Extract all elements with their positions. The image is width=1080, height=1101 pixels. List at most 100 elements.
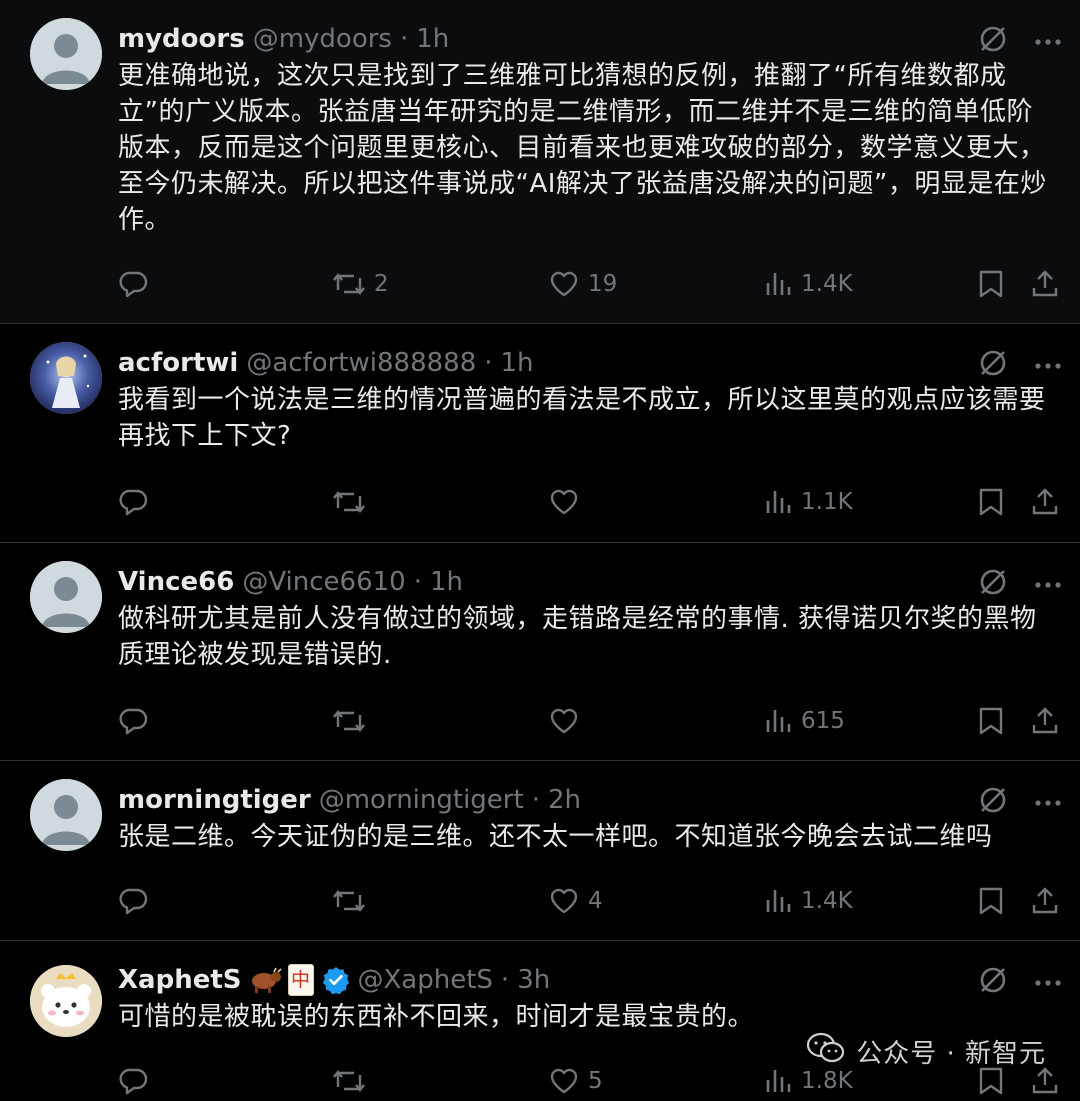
like-icon: [548, 1065, 580, 1097]
mahjong-tile-icon: 中: [287, 964, 314, 996]
user-name[interactable]: morningtiger: [118, 783, 311, 817]
timestamp[interactable]: 1h: [430, 565, 463, 599]
retweet-button[interactable]: [332, 881, 374, 921]
like-button[interactable]: [548, 701, 588, 741]
tweet-1[interactable]: mydoors @mydoors · 1h 更准确地说，这次只是找到了三维雅可比…: [0, 0, 1080, 324]
share-icon: [1030, 885, 1060, 917]
views-button[interactable]: 615: [763, 701, 845, 741]
more-icon[interactable]: [1034, 793, 1062, 812]
wechat-icon: [806, 1031, 846, 1072]
separator: ·: [531, 785, 540, 815]
user-name[interactable]: Vince66: [118, 565, 234, 599]
user-name[interactable]: mydoors: [118, 22, 245, 56]
bookmark-icon: [976, 885, 1006, 917]
retweet-icon: [332, 705, 366, 737]
reply-icon: [118, 268, 150, 300]
like-count: 5: [588, 1068, 603, 1094]
share-icon: [1030, 486, 1060, 518]
user-handle[interactable]: @acfortwi888888: [246, 346, 476, 380]
timestamp[interactable]: 1h: [416, 22, 449, 56]
avatar[interactable]: [30, 779, 102, 851]
avatar[interactable]: [30, 561, 102, 633]
retweet-button[interactable]: 2: [332, 264, 389, 304]
like-icon: [548, 885, 580, 917]
user-name[interactable]: acfortwi: [118, 346, 238, 380]
bookmark-icon: [976, 268, 1006, 300]
share-button[interactable]: [1030, 264, 1060, 304]
share-button[interactable]: [1030, 482, 1060, 522]
grok-icon[interactable]: [978, 348, 1008, 382]
like-button[interactable]: 19: [548, 264, 617, 304]
tweet-text: 可惜的是被耽误的东西补不回来，时间才是最宝贵的。: [118, 1002, 755, 1032]
like-button[interactable]: 5: [548, 1061, 603, 1101]
retweet-count: 2: [374, 271, 389, 297]
tweet-4[interactable]: morningtiger @morningtigert · 2h 张是二维。今天…: [0, 761, 1080, 941]
more-icon[interactable]: [1034, 575, 1062, 594]
action-bar: 2 19 1.4K: [118, 264, 1064, 304]
grok-icon[interactable]: [978, 965, 1008, 999]
reply-button[interactable]: [118, 701, 150, 741]
tweet-header: Vince66 @Vince6610 · 1h: [118, 565, 463, 599]
like-icon: [548, 705, 580, 737]
avatar[interactable]: [30, 342, 102, 414]
reply-button[interactable]: [118, 264, 150, 304]
more-icon[interactable]: [1034, 356, 1062, 375]
grok-icon[interactable]: [978, 567, 1008, 601]
reply-icon: [118, 885, 150, 917]
tweet-text: 做科研尤其是前人没有做过的领域，走错路是经常的事情. 获得诺贝尔奖的黑物质理论被…: [118, 604, 1037, 670]
user-handle[interactable]: @Vince6610: [242, 565, 405, 599]
timestamp[interactable]: 3h: [517, 963, 550, 997]
tweet-text: 我看到一个说法是三维的情况普遍的看法是不成立，所以这里莫的观点应该需要再找下上下…: [118, 385, 1046, 451]
tweet-2[interactable]: acfortwi @acfortwi888888 · 1h 我看到一个说法是三维…: [0, 324, 1080, 543]
grok-icon[interactable]: [978, 785, 1008, 819]
more-icon[interactable]: [1034, 32, 1062, 51]
views-button[interactable]: 1.4K: [763, 264, 853, 304]
view-count: 1.1K: [801, 489, 853, 515]
verified-icon: [322, 966, 350, 994]
tweet-header: morningtiger @morningtigert · 2h: [118, 783, 581, 817]
tweet-text: 更准确地说，这次只是找到了三维雅可比猜想的反例，推翻了“所有维数都成立”的广义版…: [118, 61, 1047, 235]
watermark: 公众号 · 新智元: [806, 1031, 1046, 1072]
like-button[interactable]: [548, 482, 588, 522]
user-handle[interactable]: @XaphetS: [358, 963, 493, 997]
bookmark-icon: [976, 705, 1006, 737]
like-button[interactable]: 4: [548, 881, 603, 921]
timestamp[interactable]: 1h: [501, 346, 534, 380]
reply-icon: [118, 705, 150, 737]
share-button[interactable]: [1030, 881, 1060, 921]
user-name[interactable]: XaphetS: [118, 963, 242, 997]
views-button[interactable]: 1.4K: [763, 881, 853, 921]
retweet-button[interactable]: [332, 1061, 374, 1101]
user-handle[interactable]: @mydoors: [253, 22, 392, 56]
views-icon: [763, 268, 793, 300]
user-handle[interactable]: @morningtigert: [319, 783, 524, 817]
tweet-header: XaphetS 中 @XaphetS · 3h: [118, 963, 550, 997]
bookmark-button[interactable]: [976, 881, 1006, 921]
like-count: 19: [588, 271, 618, 297]
reply-button[interactable]: [118, 1061, 150, 1101]
reply-button[interactable]: [118, 881, 150, 921]
like-count: 4: [588, 888, 603, 914]
share-button[interactable]: [1030, 701, 1060, 741]
views-icon: [763, 705, 793, 737]
grok-icon[interactable]: [978, 24, 1008, 58]
bookmark-button[interactable]: [976, 482, 1006, 522]
reply-icon: [118, 486, 150, 518]
views-button[interactable]: 1.1K: [763, 482, 853, 522]
tweet-5[interactable]: XaphetS 中 @XaphetS · 3h 可惜的是被耽误的东西补不回来，时…: [0, 941, 1080, 1098]
avatar[interactable]: [30, 965, 102, 1037]
reply-icon: [118, 1065, 150, 1097]
avatar[interactable]: [30, 18, 102, 90]
reply-button[interactable]: [118, 482, 150, 522]
retweet-icon: [332, 486, 366, 518]
more-icon[interactable]: [1034, 973, 1062, 992]
action-bar: 1.1K: [118, 482, 1064, 522]
timestamp[interactable]: 2h: [548, 783, 581, 817]
tweet-3[interactable]: Vince66 @Vince6610 · 1h 做科研尤其是前人没有做过的领域，…: [0, 543, 1080, 761]
bookmark-button[interactable]: [976, 264, 1006, 304]
view-count: 1.4K: [801, 888, 853, 914]
retweet-button[interactable]: [332, 701, 374, 741]
retweet-button[interactable]: [332, 482, 374, 522]
ox-emoji-icon: [246, 966, 282, 994]
bookmark-button[interactable]: [976, 701, 1006, 741]
